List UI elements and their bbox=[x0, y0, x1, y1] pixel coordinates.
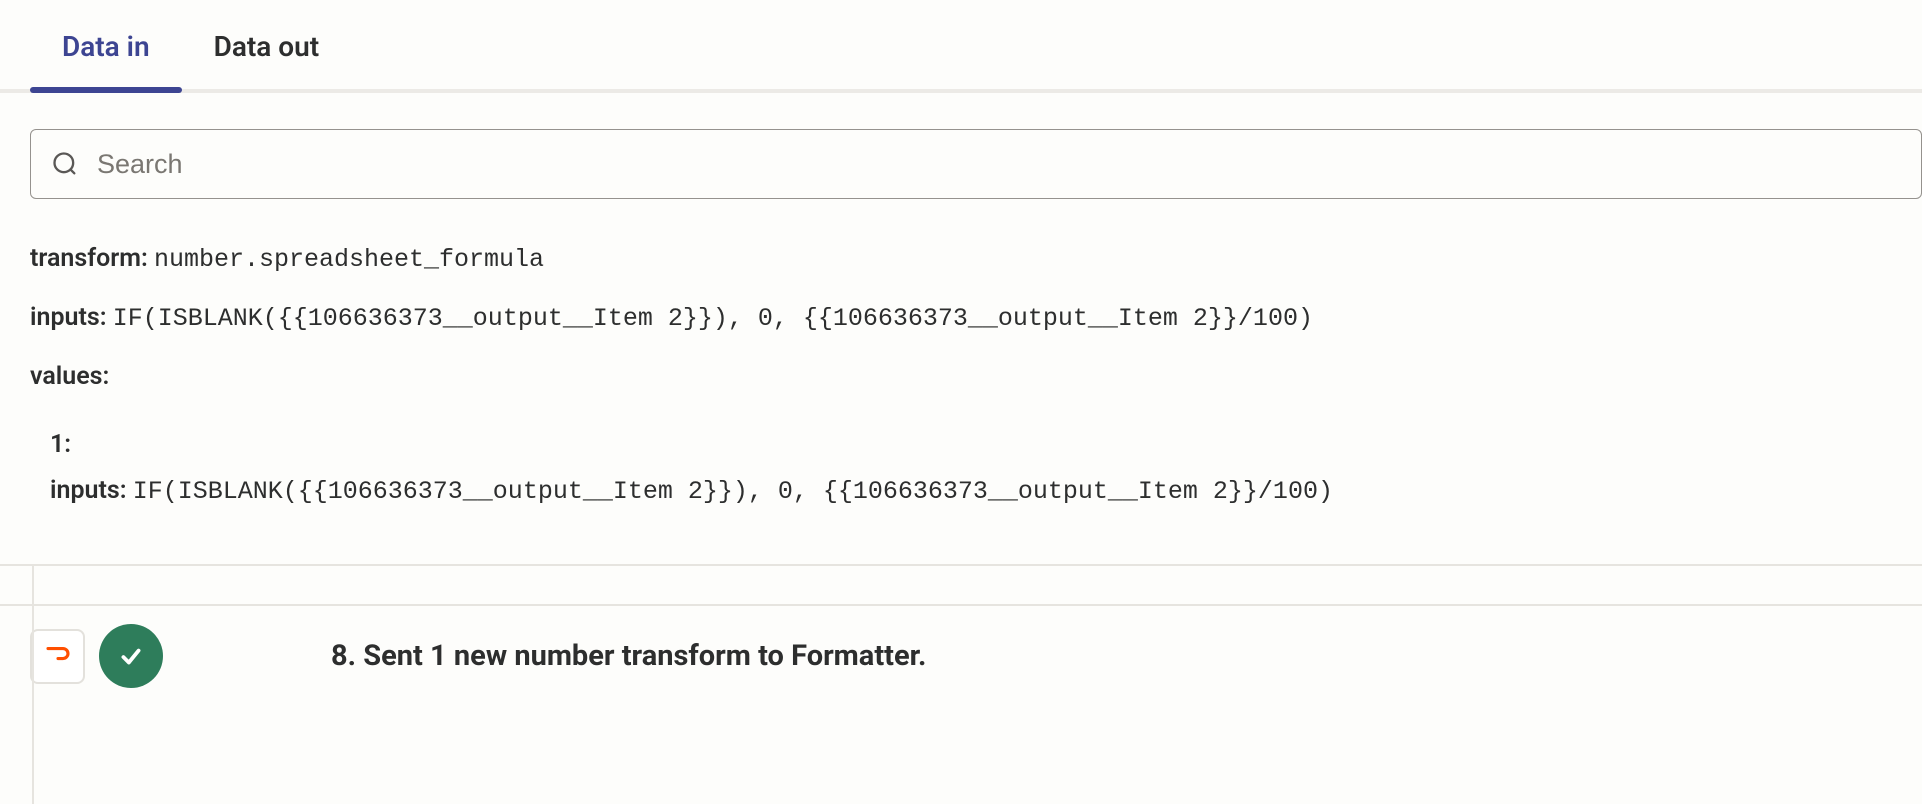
values-item-inputs-label: inputs: bbox=[50, 476, 127, 505]
inputs-value: IF(ISBLANK({{106636373__output__Item 2}}… bbox=[113, 304, 1313, 333]
transform-label: transform: bbox=[30, 244, 148, 273]
values-row: values: bbox=[30, 357, 1892, 397]
values-block: 1: inputs: IF(ISBLANK({{106636373__outpu… bbox=[30, 425, 1892, 512]
search-icon bbox=[51, 150, 79, 178]
search-input[interactable] bbox=[97, 149, 1901, 180]
app-icon-box bbox=[30, 629, 85, 684]
inputs-row: inputs: IF(ISBLANK({{106636373__output__… bbox=[30, 298, 1892, 339]
tab-data-out[interactable]: Data out bbox=[214, 30, 320, 89]
values-item-inputs-value: IF(ISBLANK({{106636373__output__Item 2}}… bbox=[133, 477, 1333, 506]
formatter-icon bbox=[43, 641, 73, 671]
section-divider bbox=[0, 564, 1922, 604]
inputs-label: inputs: bbox=[30, 303, 107, 332]
search-container bbox=[0, 93, 1922, 199]
transform-value: number.spreadsheet_formula bbox=[154, 245, 544, 274]
values-item-inputs-row: inputs: IF(ISBLANK({{106636373__output__… bbox=[50, 471, 1892, 512]
transform-row: transform: number.spreadsheet_formula bbox=[30, 239, 1892, 280]
step-header: 8. Sent 1 new number transform to Format… bbox=[0, 604, 1922, 688]
tab-data-in[interactable]: Data in bbox=[62, 30, 150, 89]
status-circle bbox=[99, 624, 163, 688]
tabs-bar: Data in Data out bbox=[0, 0, 1922, 93]
values-label: values: bbox=[30, 362, 109, 391]
data-content: transform: number.spreadsheet_formula in… bbox=[0, 199, 1922, 512]
step-title: 8. Sent 1 new number transform to Format… bbox=[331, 639, 926, 673]
values-item-index: 1: bbox=[50, 425, 1892, 465]
check-icon bbox=[118, 643, 144, 669]
search-box[interactable] bbox=[30, 129, 1922, 199]
